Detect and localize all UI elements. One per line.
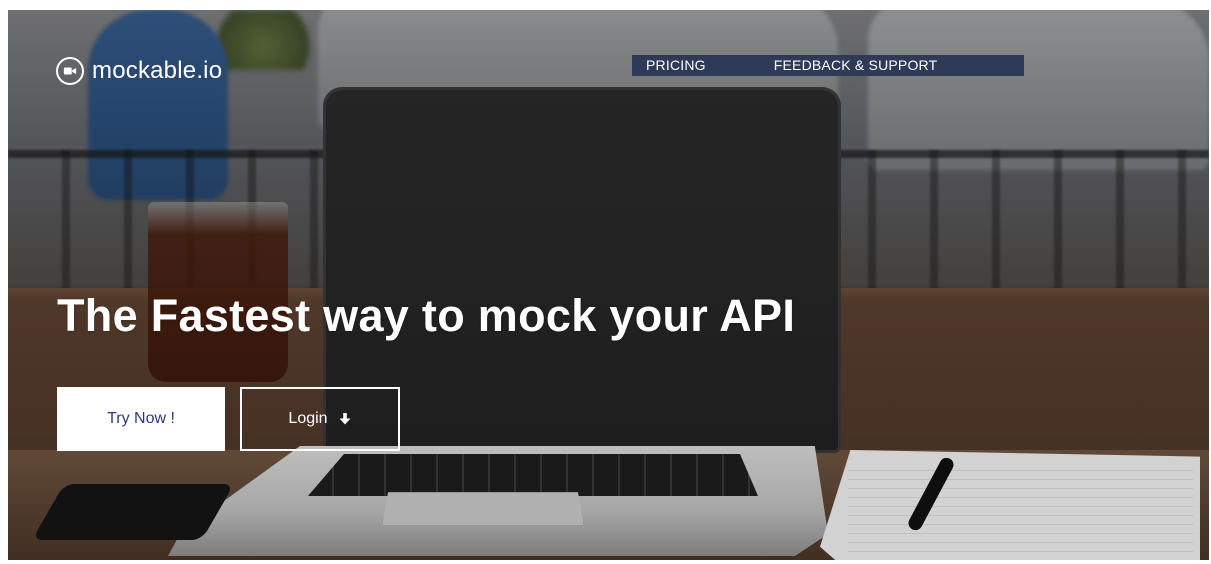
logo[interactable]: mockable.io xyxy=(56,57,222,85)
nav-feedback-support-link[interactable]: FEEDBACK & SUPPORT xyxy=(760,55,952,76)
login-button[interactable]: Login xyxy=(240,387,400,451)
video-camera-icon xyxy=(56,57,84,85)
top-nav: PRICING FEEDBACK & SUPPORT xyxy=(632,55,1024,76)
hero-headline: The Fastest way to mock your API xyxy=(57,290,796,341)
try-now-button[interactable]: Try Now ! xyxy=(57,387,225,451)
background-overlay xyxy=(8,10,1209,560)
login-button-label: Login xyxy=(288,410,328,427)
try-now-button-label: Try Now ! xyxy=(107,410,175,427)
arrow-down-icon xyxy=(338,412,352,426)
nav-pricing-link[interactable]: PRICING xyxy=(632,55,720,76)
hero-section xyxy=(8,10,1209,560)
logo-text: mockable.io xyxy=(92,57,223,84)
